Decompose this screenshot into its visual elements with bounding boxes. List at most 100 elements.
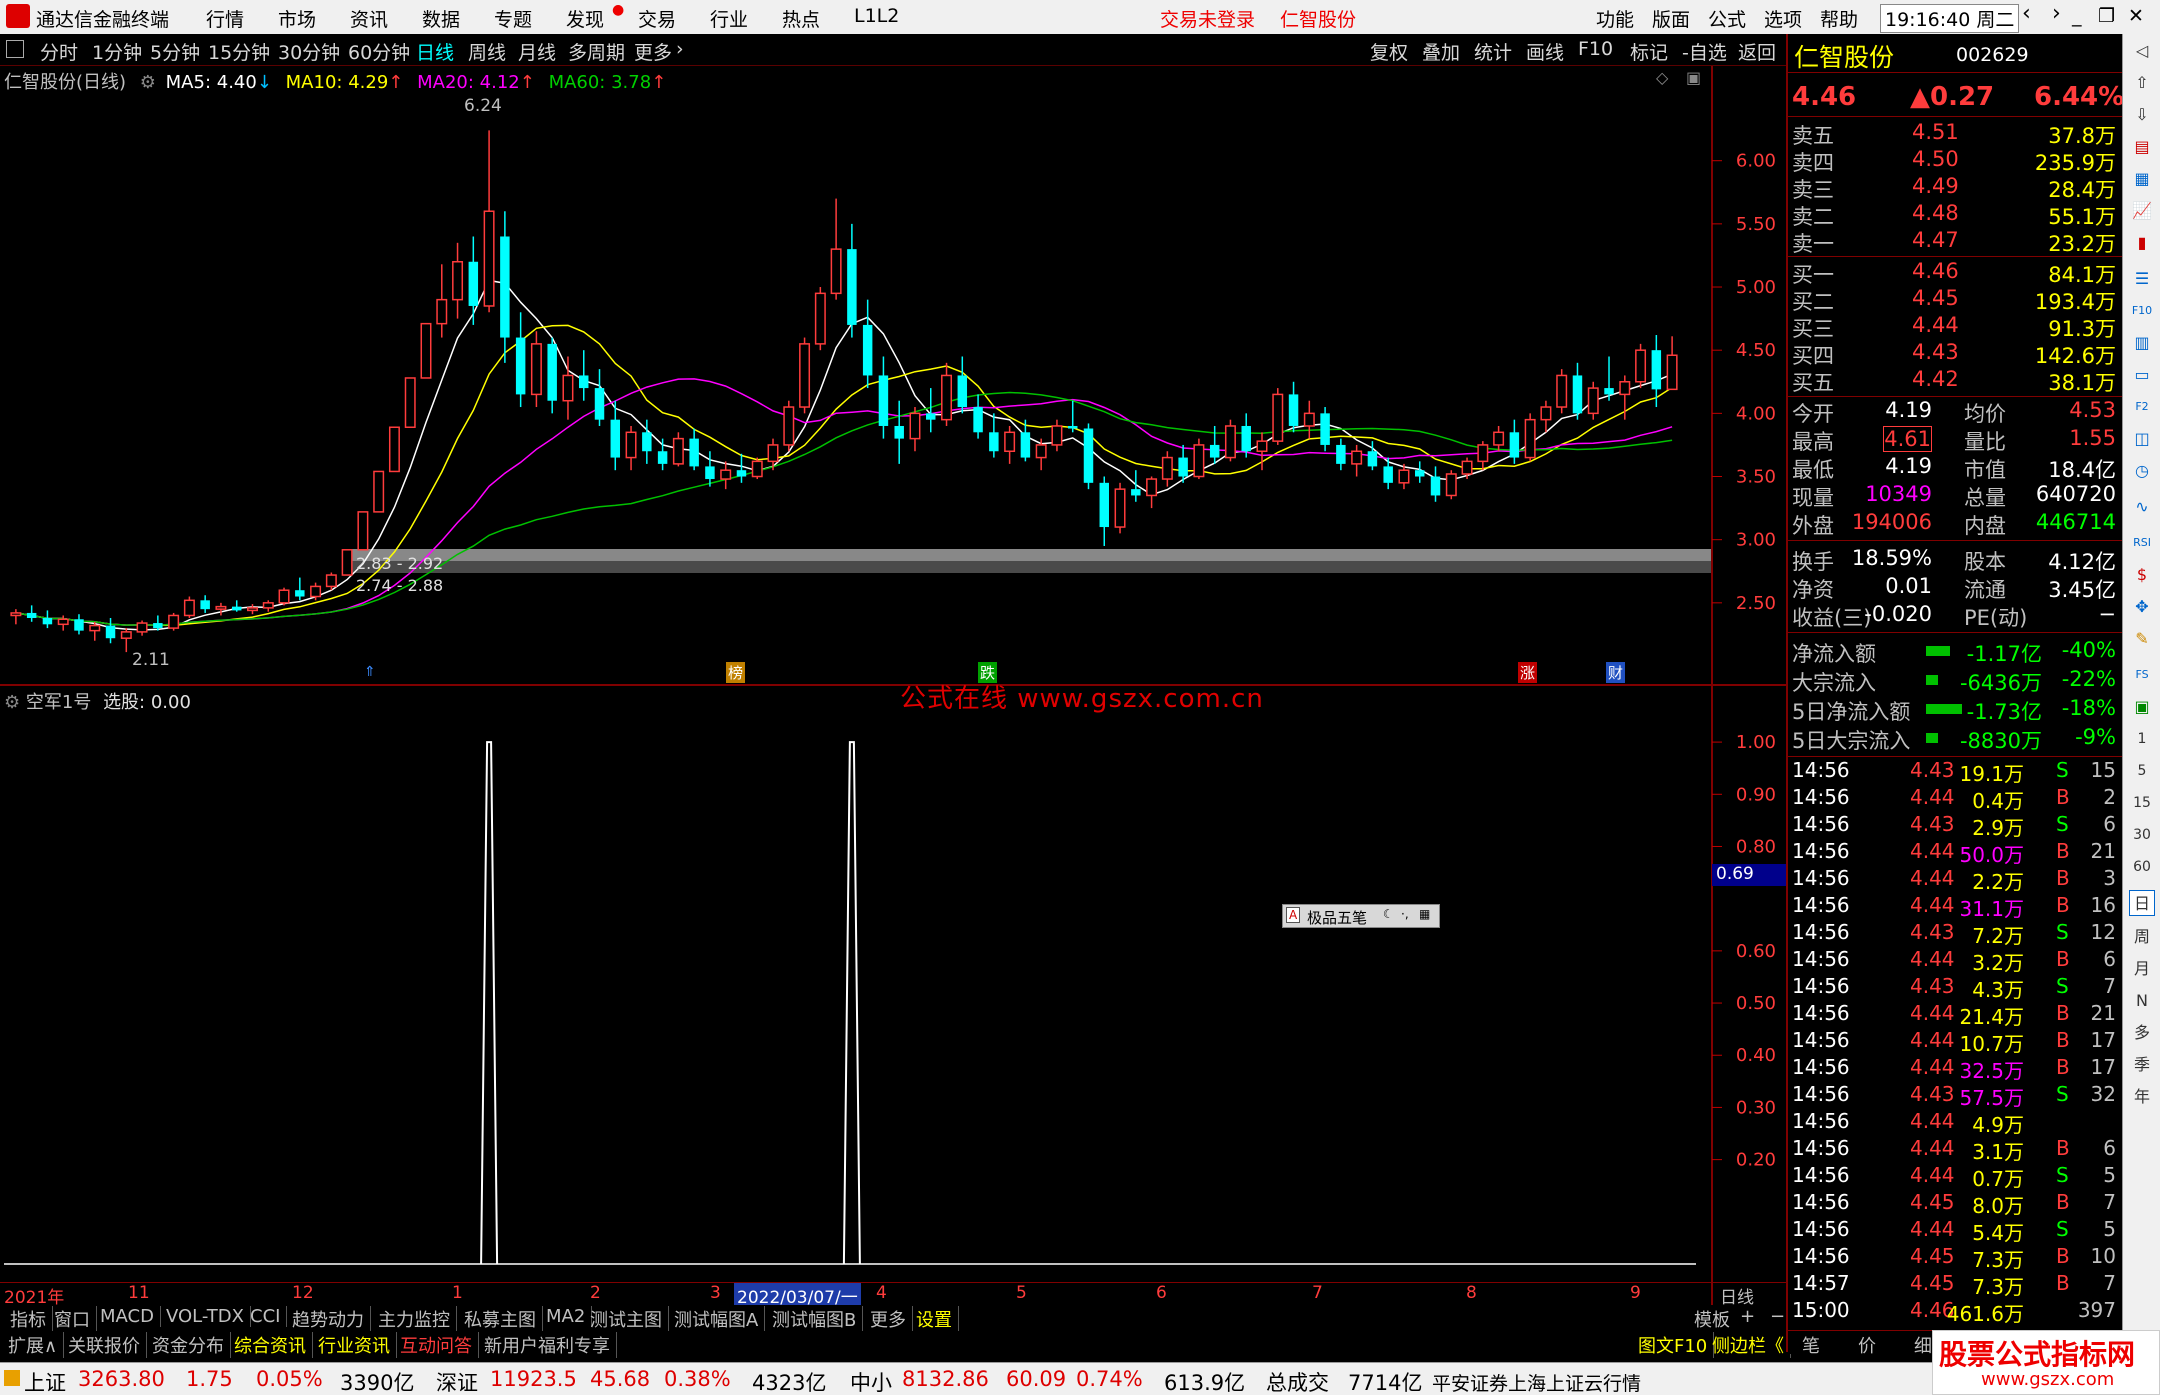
ask-row[interactable]: 卖五 4.51 37.8万 xyxy=(1788,120,2122,148)
tool-15-icon[interactable]: 15 xyxy=(2129,790,2155,816)
chevron-right-icon[interactable]: › xyxy=(676,38,684,60)
indicator-tab-9[interactable]: 测试主图 xyxy=(584,1306,669,1332)
login-status[interactable]: 交易未登录 xyxy=(1160,5,1255,32)
tool-down-arrow-icon[interactable]: ⇩ xyxy=(2129,102,2155,128)
tool-f10[interactable]: F10 xyxy=(1578,38,1613,60)
menu-gongshi[interactable]: 公式 xyxy=(1708,5,1746,32)
layout-toggle-icon[interactable] xyxy=(6,40,24,58)
marker-bang[interactable]: 榜 xyxy=(726,662,746,683)
info-tab-4[interactable]: 行业资讯 xyxy=(312,1332,397,1358)
info-tab-2[interactable]: 资金分布 xyxy=(146,1332,231,1358)
quote-tab-2[interactable]: 细 xyxy=(1914,1332,1932,1358)
indicator-tab-2[interactable]: MACD xyxy=(94,1306,161,1327)
flow-row[interactable]: 大宗流入 -6436万 -22% xyxy=(1788,667,2122,695)
indicator-right-tab-1[interactable]: + xyxy=(1734,1306,1761,1327)
menu-gongneng[interactable]: 功能 xyxy=(1596,5,1634,32)
ime-moon-icon[interactable]: ☾ xyxy=(1383,907,1394,921)
tool-fuquan[interactable]: 复权 xyxy=(1370,38,1408,65)
settings-gear-icon[interactable]: ⚙ xyxy=(140,72,156,93)
bid-row[interactable]: 买五 4.42 38.1万 xyxy=(1788,367,2122,395)
tool-up-arrow-icon[interactable]: ⇧ xyxy=(2129,70,2155,96)
collapse-diamond-icon[interactable]: ◇ xyxy=(1656,68,1668,87)
back-arrow-icon[interactable]: ‹ xyxy=(2022,1,2031,26)
broker-name[interactable]: 平安证券上海上证云行情 xyxy=(1432,1369,1641,1395)
tool-pencil-icon[interactable]: ✎ xyxy=(2129,626,2155,652)
bid-row[interactable]: 买四 4.43 142.6万 xyxy=(1788,340,2122,368)
tool-table-icon[interactable]: ▥ xyxy=(2129,330,2155,356)
tool-list-icon[interactable]: ☰ xyxy=(2129,266,2155,292)
tool-5-icon[interactable]: 5 xyxy=(2129,758,2155,784)
tool-grid-icon[interactable]: ▦ xyxy=(2129,166,2155,192)
tool-fs-icon[interactable]: FS xyxy=(2129,662,2155,688)
indicator-tab-1[interactable]: 窗口 xyxy=(48,1306,97,1332)
period-fenshi[interactable]: 分时 xyxy=(40,38,78,65)
indicator-tab-7[interactable]: 私募主图 xyxy=(458,1306,543,1332)
minimize-icon[interactable]: _ xyxy=(2072,5,2082,27)
tool-tongji[interactable]: 统计 xyxy=(1474,38,1512,65)
indicator-tab-10[interactable]: 测试幅图A xyxy=(668,1306,766,1332)
info-right-tab-0[interactable]: 图文F10 xyxy=(1632,1332,1715,1358)
indicator-tab-13[interactable]: 设置 xyxy=(910,1306,959,1332)
tool-pic-icon[interactable]: ▣ xyxy=(2129,694,2155,720)
indicator-right-tab-0[interactable]: 模板 xyxy=(1688,1306,1736,1332)
ime-keyboard-icon[interactable]: ▦ xyxy=(1419,907,1430,921)
period-more[interactable]: 更多 xyxy=(634,38,672,65)
side-period-n[interactable]: N xyxy=(2129,988,2155,1014)
period-60min[interactable]: 60分钟 xyxy=(348,38,410,65)
pane-divider[interactable] xyxy=(0,684,1786,686)
ime-a-icon[interactable]: A xyxy=(1286,907,1301,923)
tool-huaxian[interactable]: 画线 xyxy=(1526,38,1564,65)
period-5min[interactable]: 5分钟 xyxy=(150,38,200,65)
indicator-tab-0[interactable]: 指标 xyxy=(4,1306,53,1332)
period-monthly[interactable]: 月线 xyxy=(518,38,556,65)
market-icon[interactable] xyxy=(4,1370,20,1386)
chart-area[interactable]: 6.00 5.50 5.00 4.50 4.00 3.50 3.00 2.50 1.00 0.90… xyxy=(0,66,1786,1308)
indicator-settings-icon[interactable]: ⚙ xyxy=(4,692,20,713)
side-period-week[interactable]: 周 xyxy=(2129,924,2155,950)
menu-hangye[interactable]: 行业 xyxy=(710,5,748,32)
tool-60-icon[interactable]: 60 xyxy=(2129,854,2155,880)
side-period-season[interactable]: 季 xyxy=(2129,1052,2155,1078)
restore-icon[interactable]: ❐ xyxy=(2098,5,2115,27)
side-period-day[interactable]: 日 xyxy=(2129,890,2155,916)
menu-zhuanti[interactable]: 专题 xyxy=(494,5,532,32)
up-arrow-marker-icon[interactable]: ⇑ xyxy=(364,664,376,680)
period-15min[interactable]: 15分钟 xyxy=(208,38,270,65)
tool-f10-icon[interactable]: F10 xyxy=(2129,298,2155,324)
tool-wave-icon[interactable]: ∿ xyxy=(2129,494,2155,520)
indicator-tab-5[interactable]: 趋势动力 xyxy=(286,1306,371,1332)
tool-30-icon[interactable]: 30 xyxy=(2129,822,2155,848)
menu-shuju[interactable]: 数据 xyxy=(422,5,460,32)
menu-faxian[interactable]: 发现 xyxy=(566,5,604,32)
marker-zhang[interactable]: 涨 xyxy=(1518,662,1538,683)
menu-xuanxiang[interactable]: 选项 xyxy=(1764,5,1802,32)
indicator-tab-6[interactable]: 主力监控 xyxy=(372,1306,457,1332)
tick-list[interactable]: 14:56 4.43 19.1万 S 15 14:56 4.44 0.4万 B 2 14:56 4.4… xyxy=(1788,754,2122,1334)
flow-row[interactable]: 净流入额 -1.17亿 -40% xyxy=(1788,638,2122,666)
bid-row[interactable]: 买二 4.45 193.4万 xyxy=(1788,286,2122,314)
tool-doc-icon[interactable]: ▭ xyxy=(2129,362,2155,388)
ask-row[interactable]: 卖四 4.50 235.9万 xyxy=(1788,147,2122,175)
tool-linechart-icon[interactable]: 📈 xyxy=(2129,198,2155,224)
tool-fanhui[interactable]: 返回 xyxy=(1738,38,1776,65)
tool-zixuan[interactable]: -自选 xyxy=(1682,38,1727,65)
tool-chart2-icon[interactable]: ◫ xyxy=(2129,426,2155,452)
side-period-multi[interactable]: 多 xyxy=(2129,1020,2155,1046)
indicator-tab-12[interactable]: 更多 xyxy=(864,1306,913,1332)
menu-bangzhu[interactable]: 帮助 xyxy=(1820,5,1858,32)
tool-biaoji[interactable]: 标记 xyxy=(1630,38,1668,65)
bid-row[interactable]: 买一 4.46 84.1万 xyxy=(1788,259,2122,287)
menu-redian[interactable]: 热点 xyxy=(782,5,820,32)
info-tab-6[interactable]: 新用户福利专享 xyxy=(478,1332,617,1358)
period-30min[interactable]: 30分钟 xyxy=(278,38,340,65)
menu-l1l2[interactable]: L1L2 xyxy=(854,5,899,27)
ask-row[interactable]: 卖三 4.49 28.4万 xyxy=(1788,174,2122,202)
bid-row[interactable]: 买三 4.44 91.3万 xyxy=(1788,313,2122,341)
indicator-tab-11[interactable]: 测试幅图B xyxy=(766,1306,864,1332)
tool-left-arrow-icon[interactable]: ◁ xyxy=(2129,38,2155,64)
menu-shichang[interactable]: 市场 xyxy=(278,5,316,32)
sz-label[interactable]: 深证 xyxy=(436,1367,478,1395)
info-tab-1[interactable]: 关联报价 xyxy=(62,1332,147,1358)
tool-1-icon[interactable]: 1 xyxy=(2129,726,2155,752)
ask-row[interactable]: 卖二 4.48 55.1万 xyxy=(1788,201,2122,229)
